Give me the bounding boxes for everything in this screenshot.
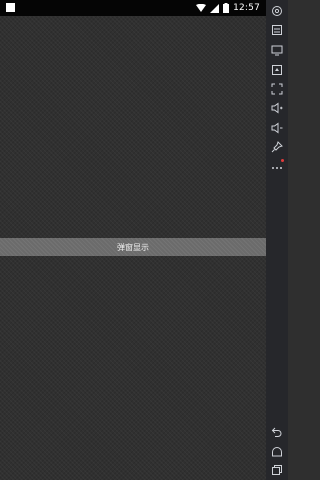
status-time: 12:57 [233, 3, 260, 13]
notification-dot [281, 159, 284, 162]
fullscreen-icon[interactable] [269, 81, 285, 97]
signal-icon [210, 3, 220, 13]
settings-icon[interactable] [269, 3, 285, 19]
emulator-sidebar [266, 0, 288, 480]
show-popup-button[interactable]: 弹窗显示 [0, 238, 266, 256]
pin-icon[interactable] [269, 139, 285, 155]
home-icon[interactable] [269, 444, 285, 460]
recents-icon[interactable] [269, 462, 285, 478]
app-screen: 12:57 弹窗显示 [0, 0, 266, 480]
keyboard-icon[interactable] [269, 22, 285, 38]
status-bar: 12:57 [0, 0, 266, 16]
status-icons: 12:57 [196, 1, 260, 15]
volume-up-icon[interactable] [269, 100, 285, 116]
more-icon[interactable] [269, 158, 285, 174]
screenshot-icon[interactable] [269, 62, 285, 78]
notification-square-icon [6, 3, 15, 12]
volume-down-icon[interactable] [269, 120, 285, 136]
battery-icon [223, 3, 230, 13]
back-icon[interactable] [269, 424, 285, 440]
wifi-icon [196, 3, 207, 13]
screen-icon[interactable] [269, 42, 285, 58]
